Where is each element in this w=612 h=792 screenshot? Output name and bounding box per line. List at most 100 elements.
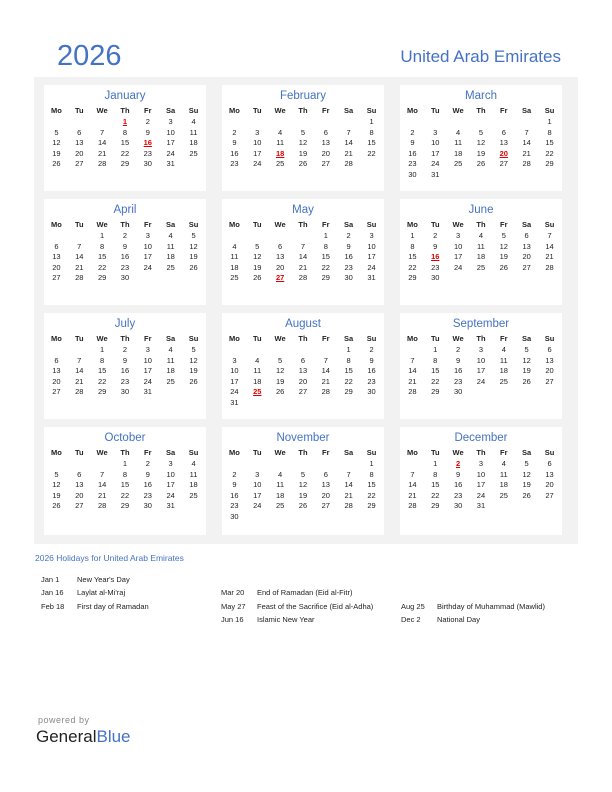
- day-cell: 18: [166, 252, 175, 262]
- day-cell: 10: [143, 355, 152, 365]
- empty-cell: [515, 387, 538, 398]
- empty-cell: [360, 512, 383, 523]
- weekday-header: Th: [120, 334, 130, 343]
- weekday-header: We: [452, 220, 464, 229]
- day-cell: 13: [545, 469, 554, 479]
- day-cell: 19: [253, 262, 262, 272]
- day-cell: 9: [145, 469, 150, 479]
- empty-cell: [337, 459, 360, 470]
- day-cell: 27: [545, 376, 554, 386]
- day-cell: 5: [300, 469, 306, 479]
- holiday-date: May 27: [221, 601, 246, 611]
- holiday-name: End of Ramadan (Eid al-Fitr): [257, 588, 353, 598]
- day-cell: 25: [166, 376, 175, 386]
- day-cell: 18: [453, 148, 463, 158]
- day-cell: 31: [166, 159, 175, 169]
- day-cell: 1: [346, 345, 351, 354]
- month-august: August Mo Tu We Th Fr Sa Su 1 2 3 4 5 6 7 8 9 10 11 12 13 14 1…: [222, 313, 384, 419]
- holiday-name: Laylat al-Mi'raj: [77, 588, 126, 598]
- weekday-header: Fr: [144, 106, 152, 115]
- day-cell: 14: [344, 480, 353, 490]
- day-cell: 17: [166, 480, 175, 490]
- day-cell: 13: [52, 366, 61, 376]
- holiday-column: Aug 25 Birthday of Muhammad (Mawlid) Dec 2…: [401, 600, 545, 627]
- empty-cell: [401, 459, 424, 470]
- day-cell: 28: [321, 387, 330, 397]
- day-cell: 26: [522, 490, 531, 500]
- empty-cell: [538, 387, 561, 398]
- weekday-header: Fr: [322, 106, 330, 115]
- day-cell: 2: [145, 117, 150, 126]
- holiday-day-cell: 2: [456, 459, 461, 468]
- day-cell: 5: [300, 127, 306, 137]
- day-cell: 31: [166, 501, 175, 511]
- day-cell: 22: [431, 376, 440, 386]
- day-cell: 14: [298, 252, 308, 262]
- day-cell: 5: [191, 231, 196, 240]
- empty-cell: [292, 345, 315, 356]
- day-cell: 3: [433, 127, 438, 137]
- day-cell: 12: [189, 241, 198, 251]
- day-cell: 31: [431, 169, 440, 179]
- day-cell: 26: [298, 159, 308, 169]
- holiday-name: Feast of the Sacrifice (Eid al-Adha): [257, 601, 374, 611]
- empty-cell: [292, 231, 315, 242]
- weekday-header: Fr: [144, 334, 152, 343]
- day-cell: 26: [298, 501, 308, 511]
- day-cell: 14: [408, 366, 417, 376]
- day-cell: 28: [75, 273, 84, 283]
- holiday-item: Dec 2 National Day: [401, 613, 545, 626]
- month-may: May Mo Tu We Th Fr Sa Su 1 2 3 4 5 6 7 8 9 10 11 12 13 14 15 16…: [222, 199, 384, 305]
- day-cell: 27: [499, 159, 508, 169]
- day-cell: 15: [431, 366, 440, 376]
- weekday-header: Fr: [500, 334, 508, 343]
- day-cell: 23: [367, 376, 376, 386]
- weekday-header: Mo: [407, 334, 418, 343]
- day-cell: 11: [477, 241, 485, 251]
- month-title: May: [292, 204, 314, 216]
- holiday-item: Mar 20 End of Ramadan (Eid al-Fitr): [221, 586, 373, 599]
- day-cell: 1: [433, 459, 438, 468]
- day-cell: 22: [97, 376, 107, 386]
- empty-cell: [182, 273, 205, 284]
- weekday-header: We: [452, 334, 464, 343]
- empty-cell: [470, 117, 493, 128]
- day-cell: 7: [346, 469, 351, 479]
- day-cell: 21: [545, 252, 554, 262]
- holiday-date: Jan 16: [41, 588, 64, 598]
- empty-cell: [246, 231, 269, 242]
- weekday-header: Fr: [322, 220, 330, 229]
- day-cell: 8: [100, 241, 105, 251]
- weekday-header: Fr: [500, 106, 508, 115]
- day-cell: 13: [75, 480, 84, 490]
- day-cell: 15: [367, 138, 376, 148]
- weekday-header: Sa: [344, 106, 354, 115]
- weekday-header: Th: [298, 448, 308, 457]
- day-cell: 13: [545, 355, 554, 365]
- day-cell: 23: [453, 376, 463, 386]
- weekday-header: Sa: [522, 448, 532, 457]
- day-cell: 21: [321, 376, 330, 386]
- month-title: August: [285, 318, 321, 330]
- day-cell: 28: [344, 159, 353, 169]
- day-cell: 19: [522, 480, 531, 490]
- day-cell: 7: [410, 355, 415, 365]
- day-cell: 18: [189, 480, 198, 490]
- day-cell: 16: [120, 366, 130, 376]
- day-cell: 12: [253, 252, 262, 262]
- day-cell: 28: [75, 387, 84, 397]
- day-cell: 15: [120, 480, 130, 490]
- day-cell: 16: [408, 148, 417, 158]
- day-cell: 18: [476, 252, 486, 262]
- day-cell: 29: [408, 273, 417, 283]
- empty-cell: [492, 501, 515, 512]
- empty-cell: [269, 459, 292, 470]
- holiday-item: Feb 18 First day of Ramadan: [41, 600, 149, 613]
- day-cell: 14: [408, 480, 417, 490]
- empty-cell: [269, 231, 292, 242]
- weekday-header: Tu: [430, 220, 440, 229]
- holiday-date: Jun 16: [221, 615, 244, 625]
- day-cell: 9: [122, 241, 128, 251]
- day-cell: 25: [476, 262, 486, 272]
- day-cell: 5: [191, 345, 196, 354]
